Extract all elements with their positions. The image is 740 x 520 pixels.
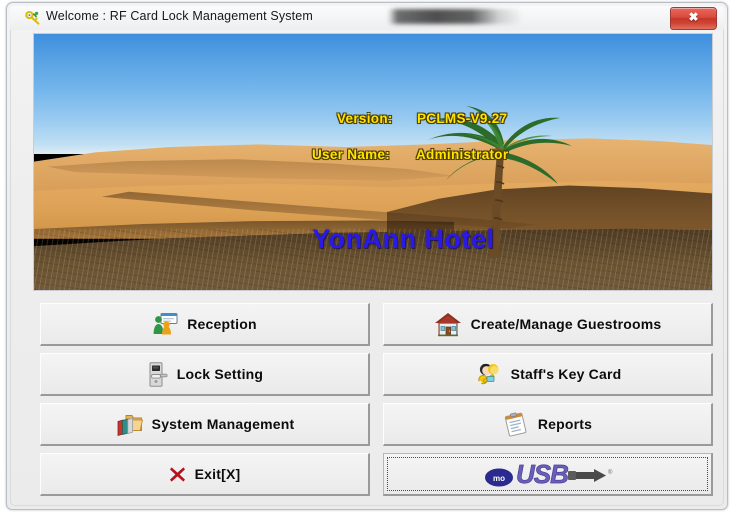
svg-text:USB: USB (516, 459, 568, 489)
books-folder-icon (115, 412, 143, 437)
reports-button-label: Reports (537, 416, 593, 432)
sky-layer (34, 34, 712, 155)
door-lock-icon (146, 361, 168, 387)
svg-text:mo: mo (493, 474, 505, 483)
close-icon: ✖ (688, 10, 699, 24)
title-bar[interactable]: Welcome : RF Card Lock Management System… (10, 6, 724, 30)
close-button[interactable]: ✖ (670, 7, 717, 30)
splash-banner: Version: PCLMS-V9.27 User Name: Administ… (33, 33, 713, 291)
lock-setting-button-label: Lock Setting (176, 366, 264, 382)
version-value: PCLMS-V9.27 (417, 111, 508, 126)
application-window: Welcome : RF Card Lock Management System… (6, 2, 728, 510)
version-label: Version: (337, 111, 393, 126)
system-management-button-label: System Management (151, 416, 295, 432)
key-icon (25, 10, 41, 26)
username-value: Administrator (416, 147, 509, 162)
staff-key-card-button[interactable]: Staff's Key Card (383, 353, 713, 396)
exit-button-label: Exit[X] (194, 466, 241, 482)
red-x-icon (169, 466, 186, 483)
reception-desk-icon (152, 312, 178, 336)
usb-button[interactable]: mo USB ® (383, 453, 713, 496)
create-manage-guestrooms-button-label: Create/Manage Guestrooms (470, 316, 662, 332)
username-label: User Name: (312, 147, 391, 162)
staff-key-icon (474, 362, 502, 387)
svg-text:®: ® (608, 469, 613, 476)
create-manage-guestrooms-button[interactable]: Create/Manage Guestrooms (383, 303, 713, 346)
window-title: Welcome : RF Card Lock Management System (46, 9, 313, 23)
lock-setting-button[interactable]: Lock Setting (40, 353, 370, 396)
usb-logo-icon: mo USB ® (482, 458, 614, 490)
hotel-name: YonAnn Hotel (312, 224, 495, 254)
reception-button[interactable]: Reception (40, 303, 370, 346)
clipboard-icon (503, 412, 529, 437)
staff-key-card-button-label: Staff's Key Card (510, 366, 622, 382)
system-management-button[interactable]: System Management (40, 403, 370, 446)
reports-button[interactable]: Reports (383, 403, 713, 446)
redacted-title-region (388, 9, 523, 24)
reception-button-label: Reception (187, 316, 257, 332)
exit-button[interactable]: Exit[X] (40, 453, 370, 496)
house-icon (434, 312, 462, 337)
